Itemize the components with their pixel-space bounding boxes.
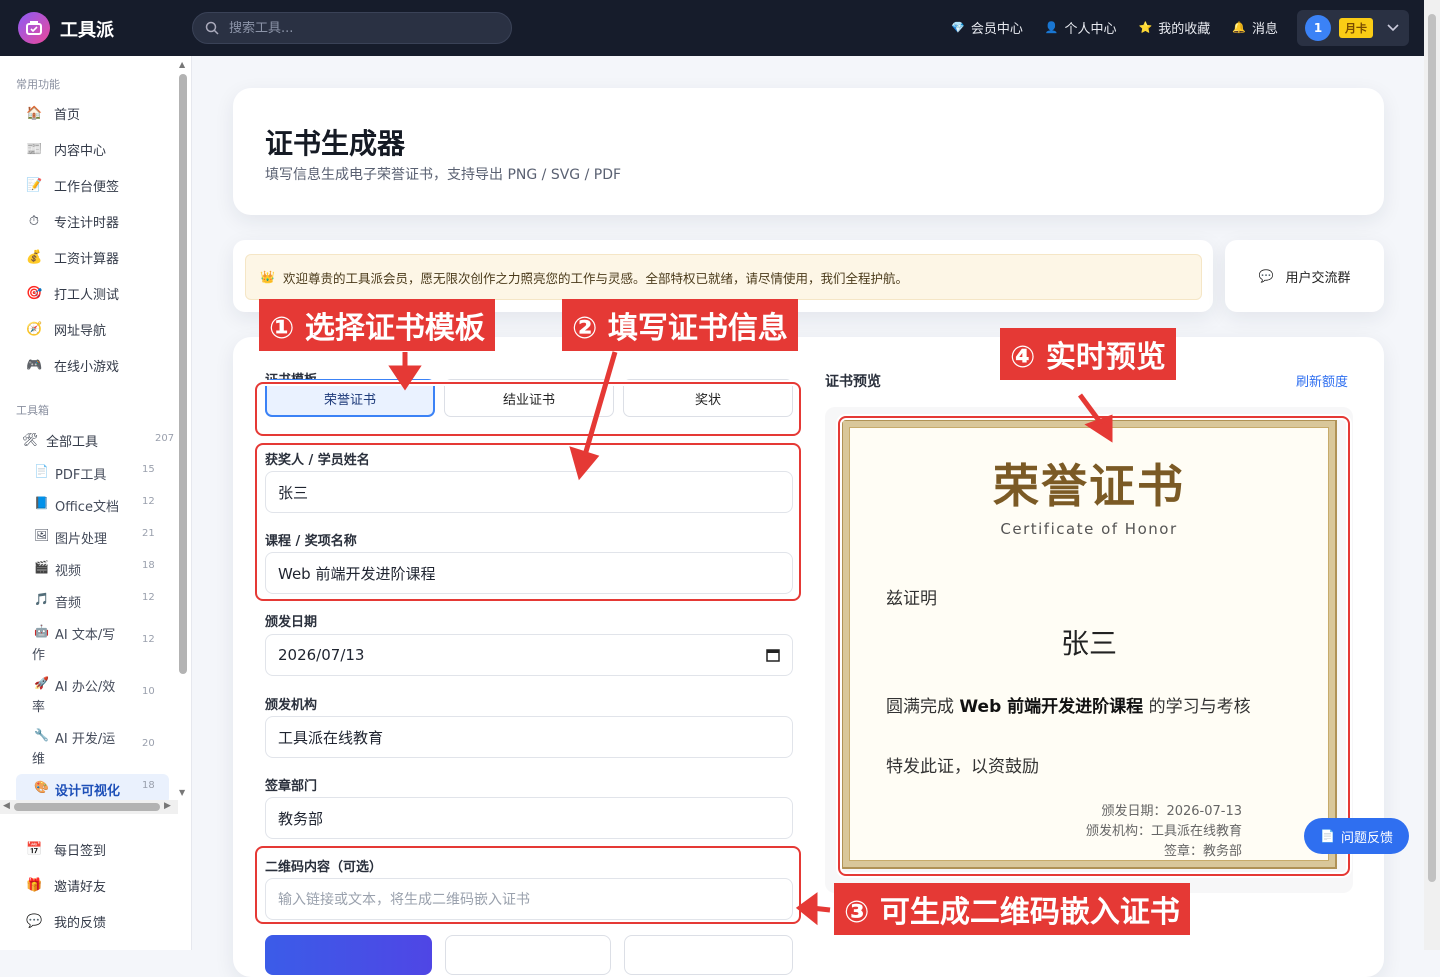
- page-scrollbar[interactable]: [1424, 0, 1440, 950]
- annotation-arrows: [388, 351, 1113, 926]
- feedback-float-button[interactable]: 📄 问题反馈: [1304, 818, 1409, 854]
- document-icon: 📄: [1320, 829, 1335, 843]
- feedback-label: 问题反馈: [1340, 830, 1393, 846]
